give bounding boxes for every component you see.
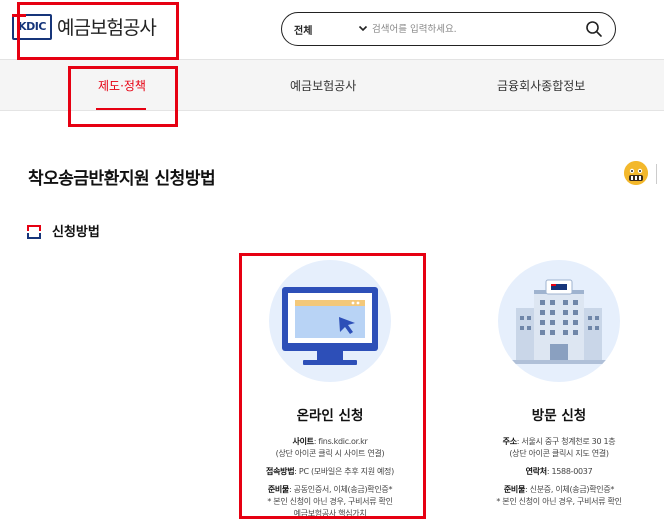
title-divider <box>656 164 657 184</box>
detail-text: : 신분증, 이체(송금)확인증* <box>525 485 615 494</box>
section-title: 신청방법 <box>52 225 100 240</box>
section-heading: 신청방법 <box>27 221 100 240</box>
mascot-icon[interactable] <box>624 161 648 185</box>
detail-row: 연락처: 1588-0037 <box>470 466 648 478</box>
search-category-select[interactable]: 전체 <box>294 22 312 37</box>
detail-row: 준비물: 신분증, 이체(송금)확인증* <box>470 484 648 496</box>
building-icon <box>508 279 610 364</box>
section-bracket-icon <box>27 224 41 239</box>
nav-item-kdic[interactable]: 예금보험공사 <box>290 60 356 111</box>
visit-apply-link[interactable] <box>498 260 620 382</box>
detail-label: 주소 <box>502 437 517 446</box>
detail-label: 연락처 <box>525 467 547 476</box>
visit-apply-card: 방문 신청 주소: 서울시 중구 청계천로 30 1층 (상단 아이콘 클릭시 … <box>470 255 648 508</box>
search-icon[interactable] <box>585 20 603 38</box>
detail-row: (상단 아이콘 클릭시 지도 연결) <box>470 448 648 460</box>
nav-item-financial-info[interactable]: 금융회사종합정보 <box>497 60 585 111</box>
detail-text: : 1588-0037 <box>546 467 593 476</box>
search-bar: 전체 <box>281 12 616 46</box>
card-title: 방문 신청 <box>531 408 587 424</box>
search-input[interactable] <box>372 19 572 39</box>
logo-highlight-box <box>17 2 179 60</box>
page-title: 착오송금반환지원 신청방법 <box>28 169 216 189</box>
detail-text: * 본인 신청이 아닌 경우, 구비서류 확인 <box>496 497 622 506</box>
card-details: 주소: 서울시 중구 청계천로 30 1층 (상단 아이콘 클릭시 지도 연결)… <box>470 436 648 508</box>
nav-highlight-box <box>68 66 178 127</box>
online-card-highlight-box <box>239 253 426 519</box>
chevron-down-icon[interactable] <box>358 23 368 33</box>
detail-label: 준비물 <box>503 485 526 494</box>
detail-text: : 서울시 중구 청계천로 30 1층 <box>516 437 616 446</box>
detail-row: 주소: 서울시 중구 청계천로 30 1층 <box>470 436 648 448</box>
detail-text: (상단 아이콘 클릭시 지도 연결) <box>509 449 609 458</box>
detail-row: * 본인 신청이 아닌 경우, 구비서류 확인 <box>470 496 648 508</box>
